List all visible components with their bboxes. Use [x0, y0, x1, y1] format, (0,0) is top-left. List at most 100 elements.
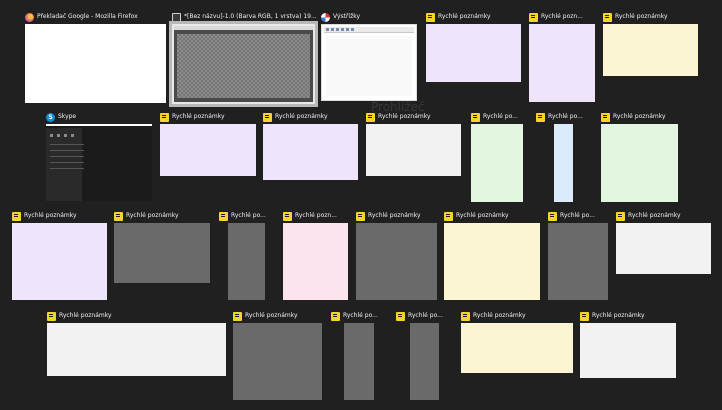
window-preview [169, 21, 318, 107]
window-sticky-notes[interactable]: Rychlé poznámky [12, 210, 107, 300]
window-title: Rychlé poznámky [275, 113, 328, 120]
window-title: *[Bez názvu]-1.0 (Barva RGB, 1 vrstva) 1… [184, 13, 317, 20]
window-title: Výstřižky [333, 13, 361, 20]
window-preview [366, 124, 461, 176]
sticky-notes-icon [548, 211, 557, 221]
window-title: Rychlé poznámky [615, 13, 668, 20]
window-title: Rychlé poznámky [59, 312, 112, 319]
window-preview [114, 223, 210, 283]
window-sticky-notes[interactable]: Rychlé poznámky [263, 111, 358, 180]
sticky-notes-icon [331, 311, 340, 321]
window-preview [344, 323, 374, 400]
sticky-notes-icon [616, 211, 625, 221]
window-title: Rychlé poznámky [473, 312, 526, 319]
window-title: Rychlé poznámky [456, 212, 509, 219]
sticky-notes-icon [219, 211, 228, 221]
sticky-notes-icon [529, 12, 538, 22]
window-title: Rychlé po... [560, 212, 595, 219]
window-preview [47, 323, 226, 376]
window-sticky-notes[interactable]: Rychlé pozn... [283, 210, 348, 300]
window-sticky-notes[interactable]: Rychlé poznámky [601, 111, 678, 202]
window-sticky-notes[interactable]: Rychlé poznámky [616, 210, 711, 274]
window-title: Rychlé poznámky [628, 212, 681, 219]
window-title: Rychlé poznámky [172, 113, 225, 120]
sticky-notes-icon [366, 112, 375, 122]
window-sticky-notes[interactable]: Rychlé poznámky [461, 310, 573, 373]
window-sticky-notes[interactable]: Rychlé poznámky [426, 11, 521, 82]
window-title: Rychlé poznámky [368, 212, 421, 219]
window-title: Rychlé po... [408, 312, 443, 319]
window-preview [25, 24, 166, 103]
window-title: Rychlé pozn... [295, 212, 337, 219]
window-preview [601, 124, 678, 202]
window-preview [554, 124, 573, 202]
window-title: Rychlé pozn... [541, 13, 583, 20]
window-sticky-notes[interactable]: Rychlé po... [331, 310, 378, 400]
sticky-notes-icon [47, 311, 56, 321]
window-preview [580, 323, 676, 378]
window-title: Rychlé po... [231, 212, 266, 219]
window-preview [233, 323, 322, 400]
window-sticky-notes[interactable]: Rychlé poznámky [444, 210, 540, 300]
sticky-notes-icon [471, 112, 480, 122]
window-title: Rychlé poznámky [438, 13, 491, 20]
window-snipping-tool[interactable]: Výstřižky [321, 11, 417, 101]
sticky-notes-icon [603, 12, 612, 22]
window-title: Skype [58, 113, 77, 120]
window-title: Rychlé po... [343, 312, 378, 319]
skype-icon: S [46, 112, 55, 122]
sticky-notes-icon [283, 211, 292, 221]
window-title: Překladač Google - Mozilla Firefox [37, 13, 138, 20]
window-preview [471, 124, 523, 202]
window-gimp[interactable]: *[Bez názvu]-1.0 (Barva RGB, 1 vrstva) 1… [169, 11, 318, 107]
window-sticky-notes[interactable]: Rychlé po... [471, 111, 523, 202]
sticky-notes-icon [114, 211, 123, 221]
sticky-notes-icon [580, 311, 589, 321]
gimp-icon [172, 12, 181, 22]
window-preview [160, 124, 256, 176]
window-preview [548, 223, 608, 300]
window-preview [616, 223, 711, 274]
sticky-notes-icon [263, 112, 272, 122]
window-sticky-notes[interactable]: Rychlé poznámky [233, 310, 322, 400]
window-title: Rychlé poznámky [24, 212, 77, 219]
window-title: Rychlé poznámky [378, 113, 431, 120]
window-sticky-notes[interactable]: Rychlé po... [548, 210, 608, 300]
firefox-icon [25, 12, 34, 22]
window-preview [228, 223, 265, 300]
window-sticky-notes[interactable]: Rychlé poznámky [603, 11, 698, 76]
window-preview [263, 124, 358, 180]
window-preview [603, 24, 698, 76]
window-sticky-notes[interactable]: Rychlé poznámky [114, 210, 210, 283]
window-preview [356, 223, 437, 300]
window-preview [529, 24, 595, 102]
window-preview [321, 24, 417, 101]
window-preview [46, 124, 152, 201]
window-preview [410, 323, 439, 400]
window-sticky-notes[interactable]: Rychlé poznámky [580, 310, 676, 378]
window-skype[interactable]: S Skype [46, 111, 152, 201]
window-title: Rychlé poznámky [126, 212, 179, 219]
window-preview [283, 223, 348, 300]
window-sticky-notes[interactable]: Rychlé po... [396, 310, 443, 400]
sticky-notes-icon [536, 112, 545, 122]
window-title: Rychlé po... [483, 113, 518, 120]
window-preview [426, 24, 521, 82]
window-sticky-notes[interactable]: Rychlé po... [536, 111, 586, 202]
window-title: Rychlé po... [548, 113, 583, 120]
sticky-notes-icon [12, 211, 21, 221]
sticky-notes-icon [601, 112, 610, 122]
window-sticky-notes[interactable]: Rychlé pozn... [529, 11, 595, 102]
sticky-notes-icon [356, 211, 365, 221]
window-firefox[interactable]: Překladač Google - Mozilla Firefox [25, 11, 166, 103]
window-title: Rychlé poznámky [592, 312, 645, 319]
window-sticky-notes[interactable]: Rychlé poznámky [366, 111, 461, 176]
window-sticky-notes[interactable]: Rychlé po... [219, 210, 266, 300]
sticky-notes-icon [396, 311, 405, 321]
sticky-notes-icon [444, 211, 453, 221]
window-sticky-notes[interactable]: Rychlé poznámky [47, 310, 226, 376]
sticky-notes-icon [426, 12, 435, 22]
window-sticky-notes[interactable]: Rychlé poznámky [356, 210, 437, 300]
window-sticky-notes[interactable]: Rychlé poznámky [160, 111, 256, 176]
window-title: Rychlé poznámky [613, 113, 666, 120]
